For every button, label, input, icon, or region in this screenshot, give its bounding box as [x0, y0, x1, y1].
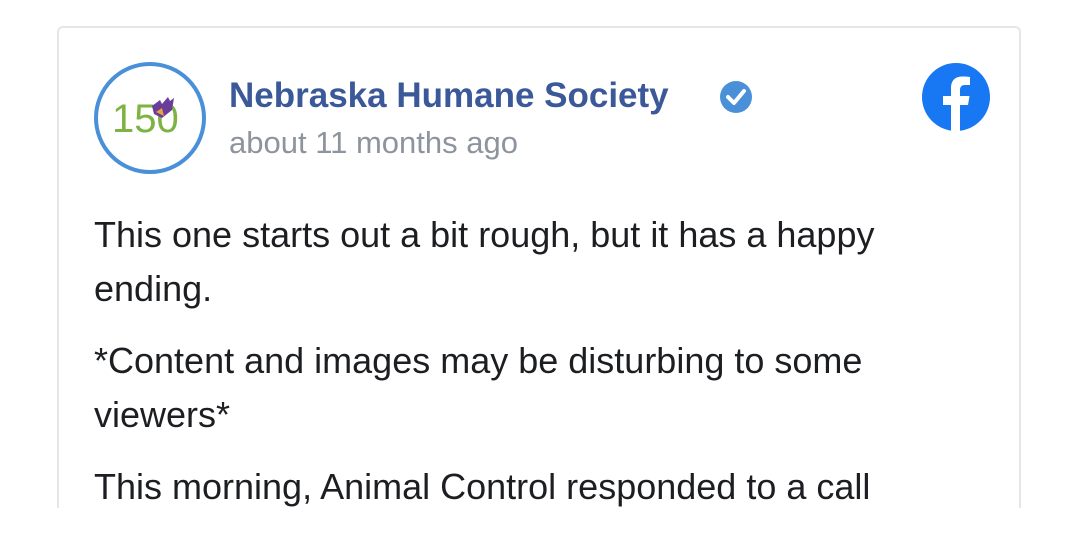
post-timestamp[interactable]: about 11 months ago	[229, 125, 518, 161]
avatar-logo-icon: 150	[112, 97, 179, 141]
facebook-logo-icon[interactable]	[922, 63, 990, 131]
post-paragraph: *Content and images may be disturbing to…	[94, 340, 863, 435]
post-paragraph: This morning, Animal Control responded t…	[94, 466, 871, 507]
verified-badge-icon	[720, 81, 752, 113]
post-header: 150 Nebraska Humane Society about 11 mon…	[59, 28, 1019, 188]
post-body: This one starts out a bit rough, but it …	[94, 208, 974, 508]
avatar[interactable]: 150	[94, 62, 206, 174]
page-name[interactable]: Nebraska Humane Society	[229, 76, 669, 116]
post-card: 150 Nebraska Humane Society about 11 mon…	[57, 26, 1021, 508]
post-paragraph: This one starts out a bit rough, but it …	[94, 214, 875, 309]
